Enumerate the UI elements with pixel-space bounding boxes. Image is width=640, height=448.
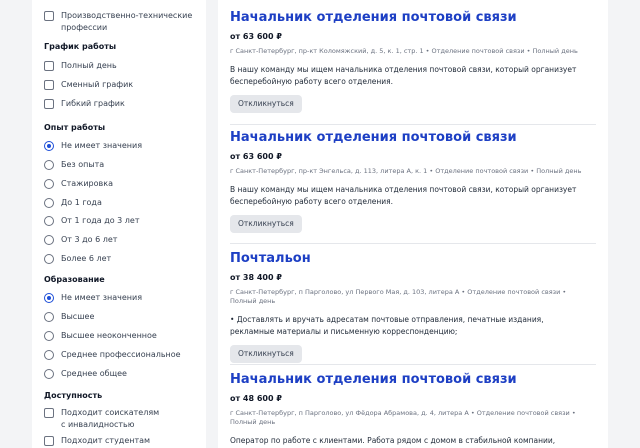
filter-label: Производственно-технические профессии [61,10,192,34]
filter-education-higher[interactable]: Высшее [44,311,94,323]
filter-label: Подходит соискателям с инвалидностью [61,407,159,431]
vacancy-description: • Доставлять и вручать адресатам почтовы… [230,315,544,336]
radio[interactable] [44,254,54,264]
filter-label: Полный день [61,61,117,70]
filter-label: Высшее [61,312,95,321]
filter-experience-internship[interactable]: Стажировка [44,178,113,190]
apply-button[interactable]: Откликнуться [230,345,302,363]
filter-schedule-full[interactable]: Полный день [44,60,117,72]
filter-label: От 3 до 6 лет [61,235,118,244]
checkbox[interactable] [44,436,54,446]
vacancy-title-link[interactable]: Начальник отделения почтовой связи [230,10,608,26]
filter-accessibility-disability[interactable]: Подходит соискателям с инвалидностью [44,407,159,431]
filter-label: Подходит студентам [61,436,151,445]
apply-button[interactable]: Откликнуться [230,215,302,233]
vacancy-meta: г Санкт-Петербург, п Парголово, ул Перво… [230,288,567,305]
vacancy-list: Начальник отделения почтовой связи от 63… [218,0,608,448]
filter-label-line2: с инвалидностью [61,420,135,429]
vacancy-description: Оператор по работе с клиентами. Работа р… [230,436,556,445]
vacancy-title-link[interactable]: Начальник отделения почтовой связи [230,372,608,388]
vacancy-meta: г Санкт-Петербург, п Парголово, ул Фёдор… [230,409,576,426]
filter-schedule-flexible[interactable]: Гибкий график [44,98,125,110]
vacancy-salary: от 63 600 ₽ [230,32,282,41]
schedule-heading: График работы [44,42,117,51]
filter-education-any[interactable]: Не имеет значения [44,292,142,304]
divider [230,364,596,365]
filter-education-secondary[interactable]: Среднее общее [44,368,127,380]
filter-label-line2: профессии [61,23,108,32]
vacancy-salary: от 38 400 ₽ [230,273,282,282]
vacancy-card: Начальник отделения почтовой связи от 48… [218,372,608,448]
filter-education-incomplete[interactable]: Высшее неоконченное [44,330,157,342]
filter-label: Среднее общее [61,369,127,378]
vacancy-card: Почтальон от 38 400 ₽ г Санкт-Петербург,… [218,251,608,363]
vacancy-description: В нашу команду мы ищем начальника отделе… [230,65,577,86]
vacancy-salary: от 48 600 ₽ [230,394,282,403]
divider [230,243,596,244]
filters-sidebar: Производственно-технические профессии Гр… [32,0,206,448]
checkbox[interactable] [44,99,54,109]
filter-schedule-shift[interactable]: Сменный график [44,79,133,91]
filter-experience-1year[interactable]: До 1 года [44,197,102,209]
filter-label: Гибкий график [61,99,125,108]
filter-experience-1-3[interactable]: От 1 года до 3 лет [44,215,140,227]
radio[interactable] [44,235,54,245]
filter-label: Высшее неоконченное [61,331,157,340]
filter-accessibility-students[interactable]: Подходит студентам [44,435,150,447]
filter-label: Среднее профессиональное [61,350,181,359]
filter-label: Без опыта [61,160,105,169]
filter-label: От 1 года до 3 лет [61,216,140,225]
divider [230,124,596,125]
filter-label: Стажировка [61,179,113,188]
vacancy-meta: г Санкт-Петербург, пр-кт Коломяжский, д.… [230,47,578,55]
radio[interactable] [44,160,54,170]
filter-label: Не имеет значения [61,141,143,150]
education-heading: Образование [44,275,105,284]
filter-experience-6plus[interactable]: Более 6 лет [44,253,111,265]
radio[interactable] [44,331,54,341]
filter-experience-any[interactable]: Не имеет значения [44,140,142,152]
checkbox[interactable] [44,11,54,21]
vacancy-salary: от 63 600 ₽ [230,152,282,161]
radio[interactable] [44,350,54,360]
vacancy-card: Начальник отделения почтовой связи от 63… [218,130,608,233]
filter-label: До 1 года [61,198,102,207]
radio[interactable] [44,312,54,322]
experience-heading: Опыт работы [44,123,106,132]
vacancy-meta: г Санкт-Петербург, пр-кт Энгельса, д. 11… [230,167,582,175]
radio[interactable] [44,369,54,379]
apply-button[interactable]: Откликнуться [230,95,302,113]
filter-label-line1: Производственно-технические [61,11,193,20]
radio[interactable] [44,198,54,208]
radio[interactable] [44,216,54,226]
filter-label: Не имеет значения [61,293,143,302]
checkbox[interactable] [44,408,54,418]
checkbox[interactable] [44,80,54,90]
filter-experience-3-6[interactable]: От 3 до 6 лет [44,234,117,246]
filter-experience-none[interactable]: Без опыта [44,159,104,171]
radio[interactable] [44,179,54,189]
checkbox[interactable] [44,61,54,71]
vacancy-title-link[interactable]: Почтальон [230,251,608,267]
filter-production-technical[interactable]: Производственно-технические профессии [44,10,192,34]
accessibility-heading: Доступность [44,391,103,400]
radio-selected[interactable] [44,293,54,303]
filter-label: Сменный график [61,80,134,89]
radio-selected[interactable] [44,141,54,151]
vacancy-title-link[interactable]: Начальник отделения почтовой связи [230,130,608,146]
filter-label: Более 6 лет [61,254,112,263]
filter-label-line1: Подходит соискателям [61,408,160,417]
vacancy-description: В нашу команду мы ищем начальника отделе… [230,185,577,206]
filter-education-vocational[interactable]: Среднее профессиональное [44,349,181,361]
vacancy-card: Начальник отделения почтовой связи от 63… [218,10,608,113]
